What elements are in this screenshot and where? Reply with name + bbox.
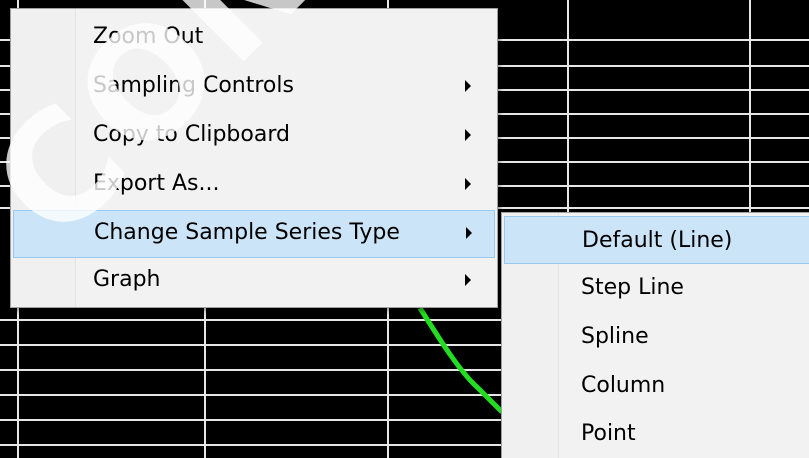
screen: Zoom Out Sampling Controls Copy to Clipb… <box>0 0 809 458</box>
menu-item-label: Sampling Controls <box>93 73 294 98</box>
submenu-item-label: Point <box>581 421 636 446</box>
menu-item-label: Graph <box>93 267 161 292</box>
chevron-right-icon <box>465 80 471 92</box>
menu-item-label: Export As... <box>93 171 220 196</box>
menu-item-label: Zoom Out <box>93 24 204 49</box>
menu-item-change-sample-series-type[interactable]: Change Sample Series Type <box>13 210 495 258</box>
menu-item-graph[interactable]: Graph <box>13 258 495 306</box>
menu-item-copy-to-clipboard[interactable]: Copy to Clipboard <box>13 113 495 161</box>
menu-item-label: Change Sample Series Type <box>94 220 400 245</box>
menu-item-sampling-controls[interactable]: Sampling Controls <box>13 64 495 112</box>
series-type-submenu: Default (Line) Step Line Spline Column P… <box>501 212 809 458</box>
chevron-right-icon <box>465 274 471 286</box>
submenu-item-point[interactable]: Point <box>504 410 809 458</box>
menu-item-zoom-out[interactable]: Zoom Out <box>13 15 495 63</box>
submenu-item-step-line[interactable]: Step Line <box>504 264 809 312</box>
menu-item-label: Copy to Clipboard <box>93 122 290 147</box>
submenu-item-label: Default (Line) <box>582 228 733 253</box>
submenu-item-label: Step Line <box>581 275 684 300</box>
submenu-item-spline[interactable]: Spline <box>504 313 809 361</box>
submenu-item-default-line[interactable]: Default (Line) <box>504 216 809 264</box>
chevron-right-icon <box>465 129 471 141</box>
context-menu: Zoom Out Sampling Controls Copy to Clipb… <box>10 8 498 308</box>
menu-item-export-as[interactable]: Export As... <box>13 162 495 210</box>
sample-series-line <box>417 306 504 414</box>
submenu-item-column[interactable]: Column <box>504 362 809 410</box>
chevron-right-icon <box>466 227 472 239</box>
chevron-right-icon <box>465 178 471 190</box>
submenu-item-label: Column <box>581 373 666 398</box>
submenu-item-label: Spline <box>581 324 649 349</box>
